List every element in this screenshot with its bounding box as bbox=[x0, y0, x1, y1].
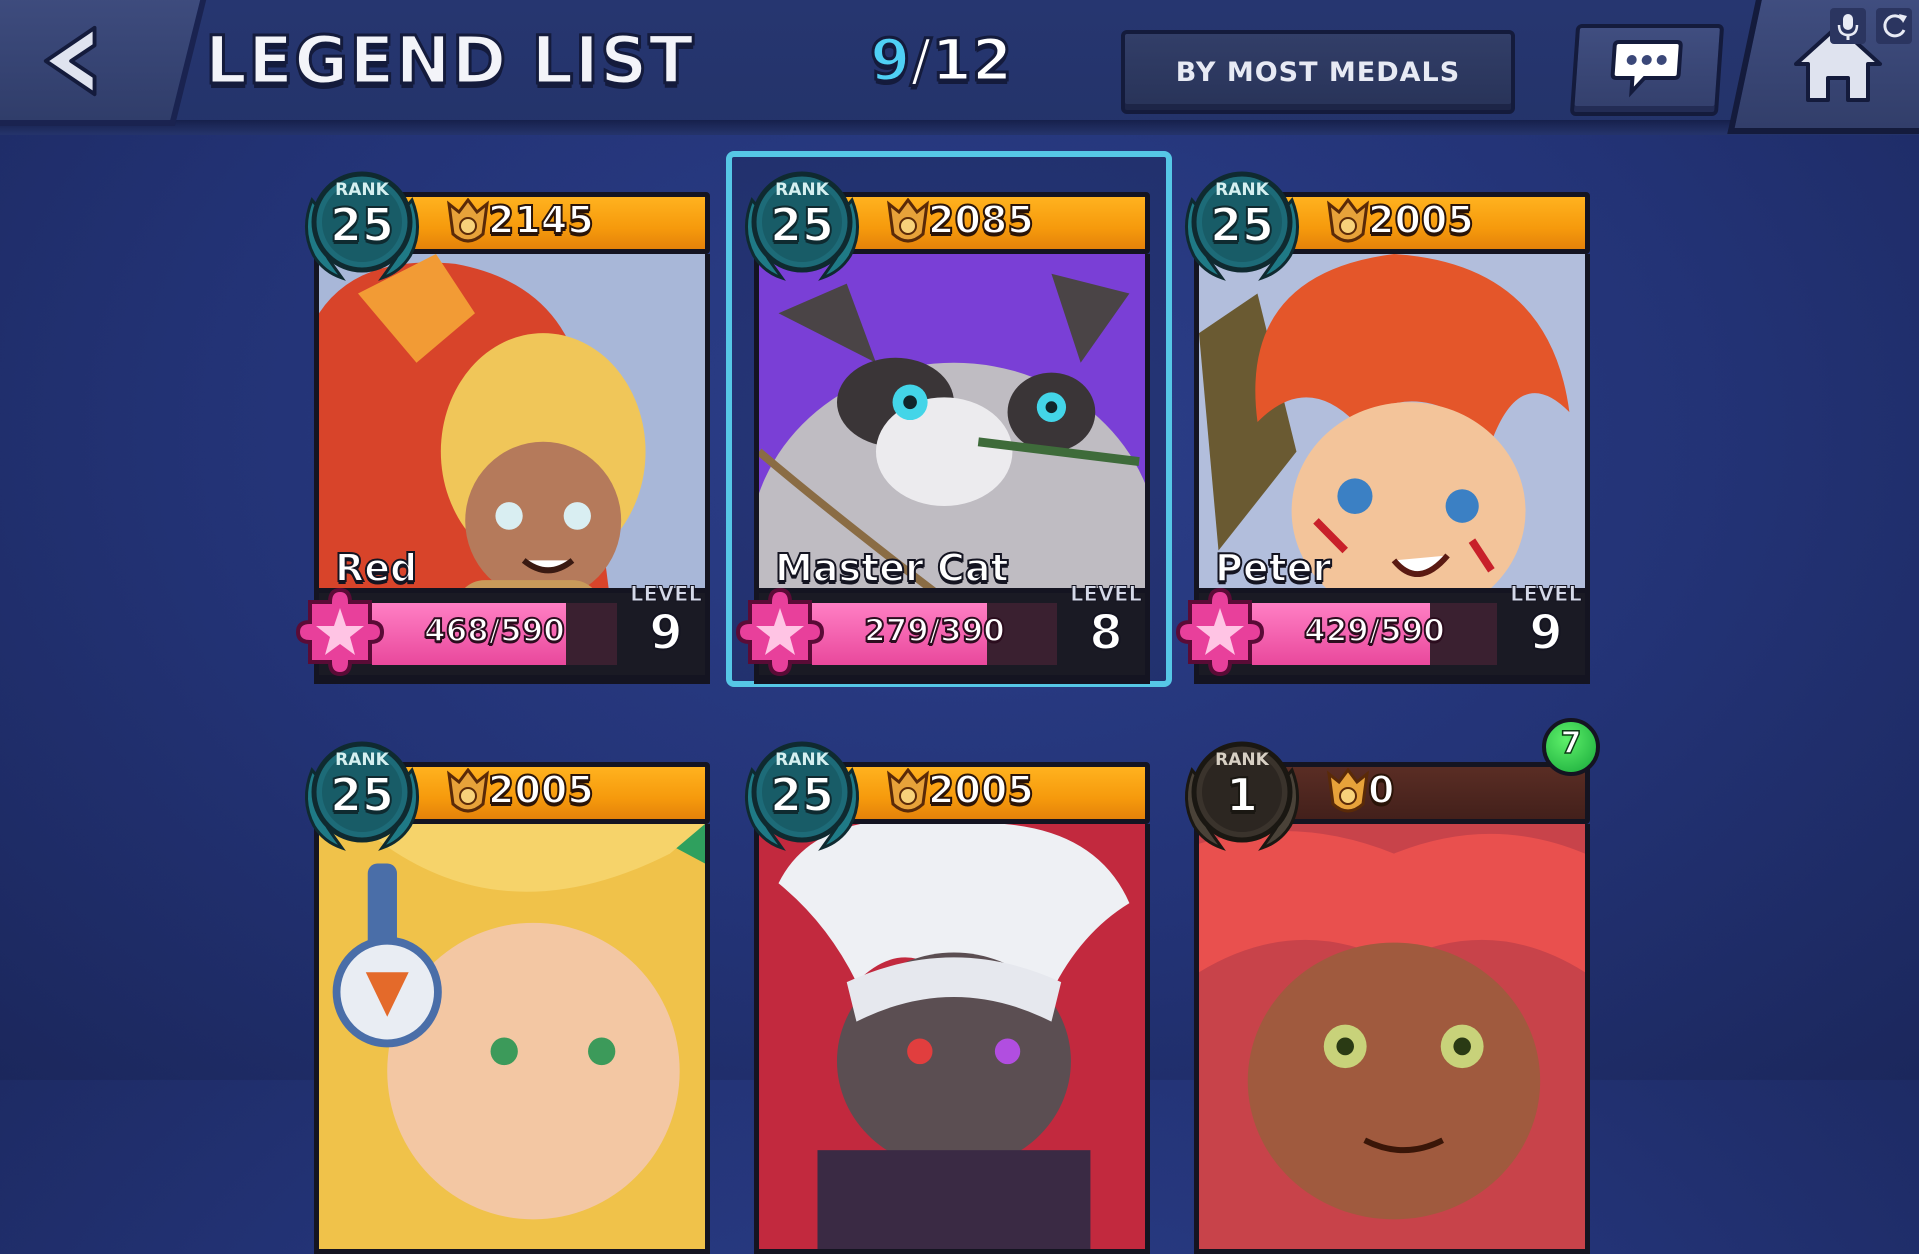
puzzle-star-icon bbox=[1175, 587, 1265, 677]
medal-icon bbox=[447, 768, 489, 813]
medal-bar bbox=[1272, 762, 1590, 824]
legend-counter: 9/12 bbox=[868, 25, 1014, 96]
counter-current: 9 bbox=[868, 25, 911, 96]
medal-count: 2085 bbox=[927, 197, 1035, 243]
medal-icon bbox=[887, 198, 929, 243]
rank-value: 25 bbox=[769, 197, 835, 253]
medal-icon bbox=[447, 198, 489, 243]
sort-label: BY MOST MEDALS bbox=[1175, 56, 1461, 88]
xp-progress-text: 468/590 bbox=[423, 612, 566, 650]
legend-card-5[interactable]: 2005 RANK 25 bbox=[740, 730, 1158, 1254]
level-value: 9 bbox=[648, 604, 683, 662]
level-label: LEVEL bbox=[630, 582, 703, 607]
medal-count: 2005 bbox=[487, 767, 595, 813]
medal-icon bbox=[1327, 198, 1369, 243]
notification-count: 7 bbox=[1560, 725, 1582, 762]
rank-value: 25 bbox=[769, 767, 835, 823]
legend-portrait bbox=[754, 824, 1150, 1254]
chat-button[interactable] bbox=[1569, 24, 1725, 116]
rank-label: RANK bbox=[1215, 180, 1269, 200]
rank-label: RANK bbox=[775, 180, 829, 200]
level-label: LEVEL bbox=[1510, 582, 1583, 607]
sort-button[interactable]: BY MOST MEDALS bbox=[1121, 30, 1515, 114]
xp-progress-text: 429/590 bbox=[1303, 612, 1446, 650]
rank-value: 25 bbox=[329, 767, 395, 823]
medal-count: 2145 bbox=[487, 197, 595, 243]
legend-card-red[interactable]: 2145 Red 468/590 LEVEL 9 RANK 25 bbox=[295, 160, 718, 684]
rank-label: RANK bbox=[1215, 750, 1269, 770]
puzzle-star-icon bbox=[295, 587, 385, 677]
legend-card-peter[interactable]: 2005 Peter 429/590 LEVEL 9 RANK 25 bbox=[1175, 160, 1598, 684]
rank-label: RANK bbox=[335, 750, 389, 770]
level-value: 8 bbox=[1088, 604, 1123, 662]
notification-badge: 7 bbox=[1542, 718, 1600, 776]
rank-value: 25 bbox=[1209, 197, 1275, 253]
level-value: 9 bbox=[1528, 604, 1563, 662]
legend-portrait bbox=[1194, 824, 1590, 1254]
rank-value: 25 bbox=[329, 197, 395, 253]
legend-portrait bbox=[314, 824, 710, 1254]
microphone-icon[interactable] bbox=[1830, 8, 1866, 44]
medal-count: 2005 bbox=[927, 767, 1035, 813]
legend-card-master-cat[interactable]: 2085 Master Cat 279/390 LEVEL 8 RANK 25 bbox=[726, 151, 1172, 687]
medal-icon bbox=[1327, 768, 1369, 813]
chat-bubble-icon bbox=[1610, 40, 1683, 98]
counter-total: /12 bbox=[909, 25, 1014, 96]
page-title: LEGEND LIST bbox=[204, 21, 696, 101]
back-arrow-icon[interactable] bbox=[38, 22, 116, 100]
rank-label: RANK bbox=[775, 750, 829, 770]
legend-card-6[interactable]: 0 RANK 1 7 bbox=[1180, 718, 1600, 1254]
top-bar-shadow bbox=[0, 120, 1919, 134]
xp-progress-text: 279/390 bbox=[863, 612, 1006, 650]
rank-value: 1 bbox=[1225, 767, 1259, 823]
medal-count: 0 bbox=[1367, 767, 1395, 813]
legend-card-4[interactable]: 2005 RANK 25 bbox=[300, 730, 718, 1254]
medal-count: 2005 bbox=[1367, 197, 1475, 243]
rank-label: RANK bbox=[335, 180, 389, 200]
level-label: LEVEL bbox=[1070, 582, 1143, 607]
medal-icon bbox=[887, 768, 929, 813]
refresh-icon[interactable] bbox=[1876, 8, 1912, 44]
puzzle-star-icon bbox=[735, 587, 825, 677]
